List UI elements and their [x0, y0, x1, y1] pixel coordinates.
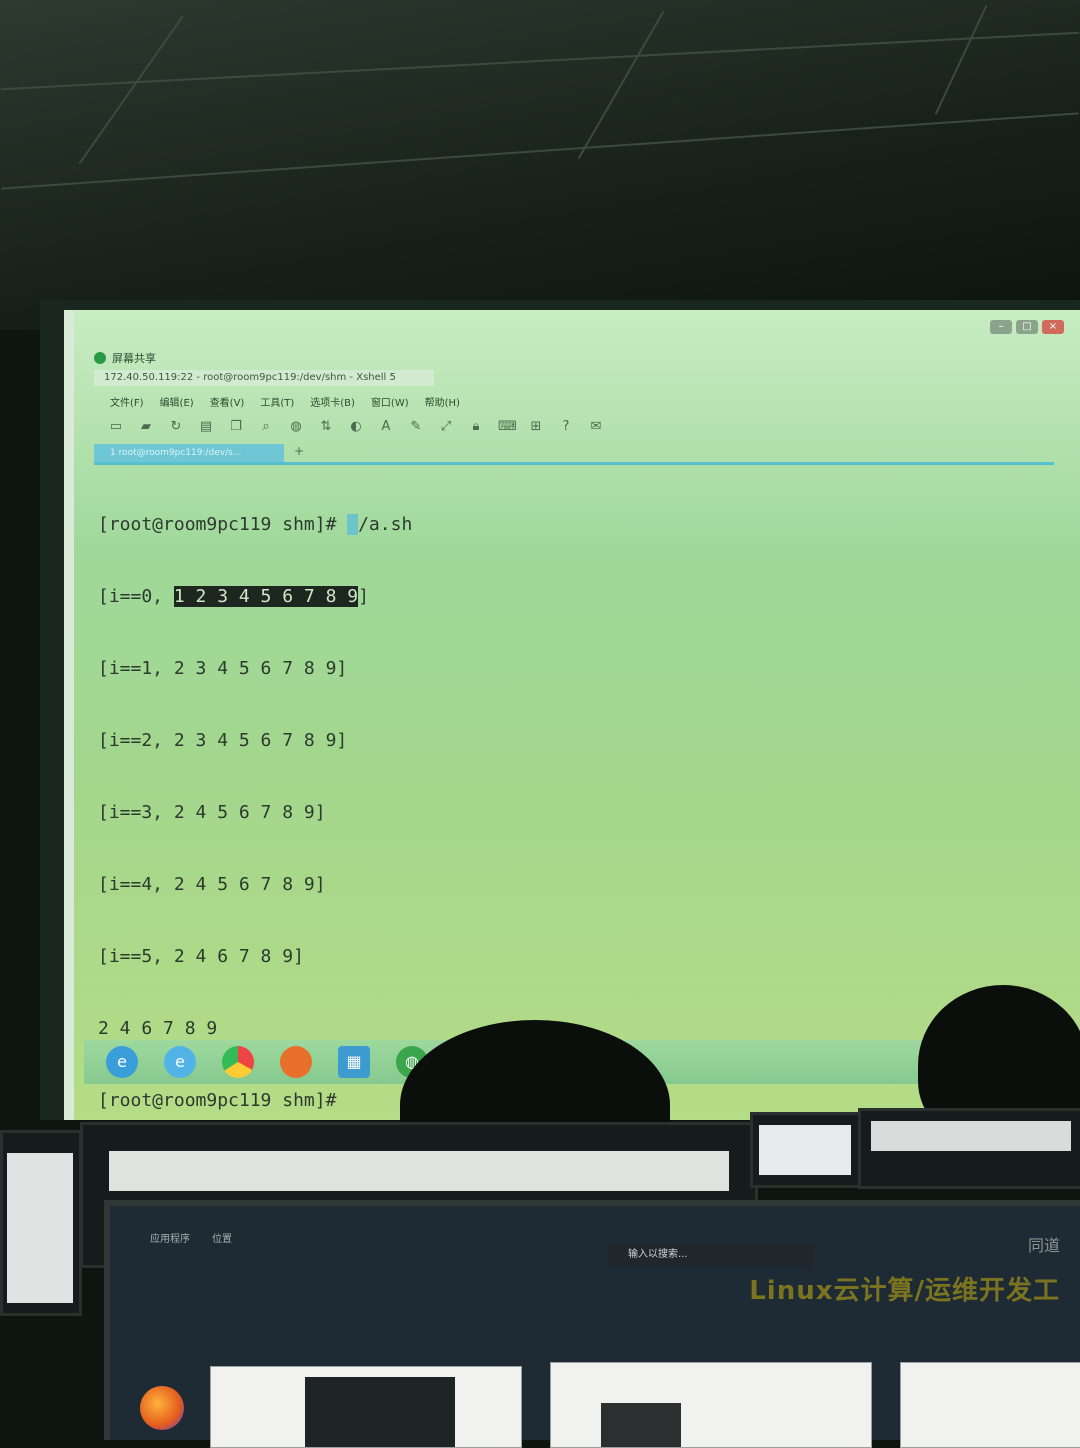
terminal-line: [i==4, 2 4 5 6 7 8 9]	[98, 874, 326, 895]
ie-icon[interactable]: e	[106, 1046, 138, 1078]
terminal-line: [i==5, 2 4 6 7 8 9]	[98, 946, 304, 967]
tab-session[interactable]: 1 root@room9pc119:/dev/s...	[94, 444, 284, 462]
terminal-output[interactable]: [root@room9pc119 shm]# ./a.sh [i==0, 1 2…	[98, 465, 412, 1120]
monitor-screen	[759, 1125, 851, 1175]
copy-icon[interactable]: ❐	[228, 420, 244, 434]
window-thumbnail[interactable]	[900, 1362, 1080, 1448]
projected-screen: 屏幕共享 172.40.50.119:22 - root@room9pc119:…	[64, 310, 1080, 1120]
terminal-line: [root@room9pc119 shm]#	[98, 1090, 337, 1111]
monitor-screen	[871, 1121, 1071, 1151]
terminal-line: [i==3, 2 4 5 6 7 8 9]	[98, 802, 326, 823]
terminal-line: [root@room9pc119 shm]# ./a.sh	[98, 513, 412, 537]
window-title: 屏幕共享	[94, 350, 156, 366]
classroom-monitor	[750, 1112, 864, 1188]
minimize-button[interactable]: –	[990, 320, 1012, 334]
menu-bar: 文件(F) 编辑(E) 查看(V) 工具(T) 选项卡(B) 窗口(W) 帮助(…	[110, 394, 460, 409]
desktop-menu: 应用程序 位置	[150, 1230, 232, 1245]
output-text: [i==0,	[98, 586, 174, 607]
lock-icon[interactable]: 🔒︎	[468, 420, 484, 434]
help-icon[interactable]: ?	[558, 420, 574, 434]
classroom-monitor	[858, 1108, 1080, 1189]
monitor-screen	[7, 1153, 73, 1303]
ceiling	[0, 0, 1080, 330]
script-icon[interactable]: ✎	[408, 420, 424, 434]
menu-edit[interactable]: 编辑(E)	[160, 394, 194, 409]
menu-tabs[interactable]: 选项卡(B)	[310, 394, 355, 409]
edge-icon[interactable]: e	[164, 1046, 196, 1078]
firefox-icon[interactable]	[140, 1386, 184, 1430]
classroom-monitor	[0, 1130, 82, 1316]
add-icon[interactable]: ⊞	[528, 420, 544, 434]
window-title-text: 屏幕共享	[112, 352, 156, 365]
document-preview	[601, 1403, 681, 1447]
color-icon[interactable]: ◐	[348, 420, 364, 434]
ceiling-seam	[577, 10, 665, 160]
maximize-button[interactable]: □	[1016, 320, 1038, 334]
folder-icon[interactable]: ▦	[338, 1046, 370, 1078]
highlighted-output: 1 2 3 4 5 6 7 8 9	[173, 586, 359, 607]
menu-window[interactable]: 窗口(W)	[371, 394, 409, 409]
menu-applications[interactable]: 应用程序	[150, 1230, 190, 1245]
menu-file[interactable]: 文件(F)	[110, 394, 144, 409]
ceiling-seam	[1, 112, 1079, 190]
reconnect-icon[interactable]: ↻	[168, 420, 184, 434]
keyboard-icon[interactable]: ⌨	[498, 420, 517, 434]
fullscreen-icon[interactable]: ⤢	[438, 420, 454, 434]
find-icon[interactable]: ⌕	[258, 420, 274, 434]
window-controls: – □ ×	[990, 320, 1064, 334]
menu-help[interactable]: 帮助(H)	[425, 394, 460, 409]
properties-icon[interactable]: ▤	[198, 420, 214, 434]
session-address: 172.40.50.119:22 - root@room9pc119:/dev/…	[94, 370, 434, 386]
search-input[interactable]: 输入以搜索...	[608, 1244, 814, 1266]
terminal-line: 2 4 6 7 8 9	[98, 1018, 218, 1039]
menu-view[interactable]: 查看(V)	[210, 394, 245, 409]
toolbar: ▭ ▰ ↻ ▤ ❐ ⌕ ◍ ⇅ ◐ A ✎ ⤢ 🔒︎ ⌨ ⊞ ? ✉	[108, 416, 1048, 438]
ceiling-seam	[934, 5, 988, 115]
brand-corner-text: 同道	[1027, 1236, 1060, 1255]
output-text: ]	[358, 586, 369, 607]
globe-icon[interactable]: ◍	[288, 420, 304, 434]
window-thumbnail[interactable]	[550, 1362, 872, 1448]
app-logo-icon	[94, 352, 106, 364]
ceiling-seam	[78, 15, 184, 165]
course-banner: Linux云计算/运维开发工	[749, 1276, 1060, 1306]
chrome-icon[interactable]	[222, 1046, 254, 1078]
open-folder-icon[interactable]: ▰	[138, 420, 154, 434]
add-tab-button[interactable]: +	[294, 444, 304, 458]
terminal-line: [i==1, 2 3 4 5 6 7 8 9]	[98, 658, 348, 679]
terminal-line: [i==2, 2 3 4 5 6 7 8 9]	[98, 730, 348, 751]
prompt-text: [root@room9pc119 shm]#	[98, 514, 348, 535]
new-session-icon[interactable]: ▭	[108, 420, 124, 434]
chat-icon[interactable]: ✉	[588, 420, 604, 434]
menu-places[interactable]: 位置	[212, 1230, 232, 1245]
transfer-icon[interactable]: ⇅	[318, 420, 334, 434]
close-button[interactable]: ×	[1042, 320, 1064, 334]
selection-mark: .	[347, 514, 359, 535]
font-icon[interactable]: A	[378, 420, 394, 434]
front-desktop-monitor: 应用程序 位置 输入以搜索... 同道 Linux云计算/运维开发工	[104, 1200, 1080, 1448]
window-thumbnail[interactable]	[210, 1366, 522, 1448]
menu-tools[interactable]: 工具(T)	[260, 394, 294, 409]
tab-strip: 1 root@room9pc119:/dev/s... +	[94, 444, 1054, 465]
command-text: /a.sh	[358, 514, 413, 535]
slide-preview	[305, 1377, 455, 1447]
firefox-icon[interactable]	[280, 1046, 312, 1078]
ceiling-seam	[0, 31, 1080, 91]
monitor-screen	[109, 1151, 729, 1191]
terminal-line: [i==0, 1 2 3 4 5 6 7 8 9]	[98, 585, 412, 609]
